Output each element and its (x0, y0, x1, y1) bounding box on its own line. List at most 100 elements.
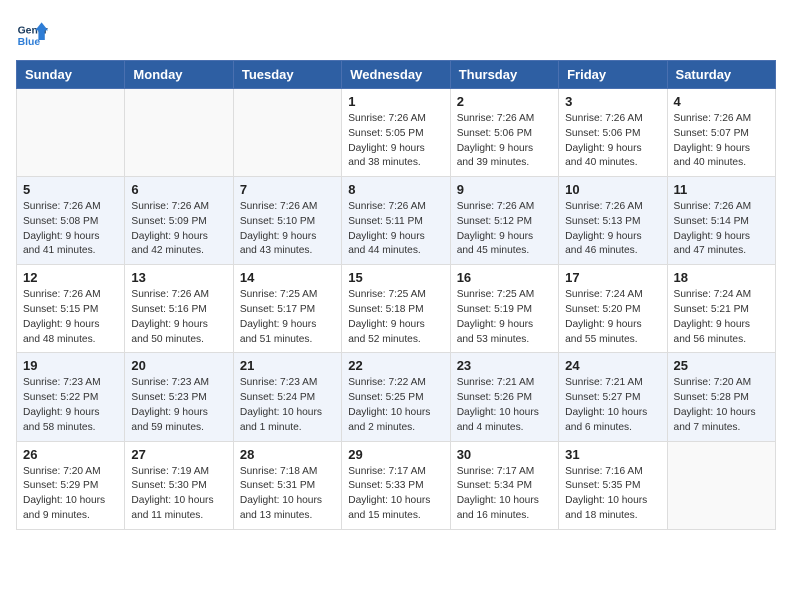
calendar-cell: 25 Sunrise: 7:20 AM Sunset: 5:28 PM Dayli… (667, 353, 775, 441)
day-info: Sunrise: 7:25 AM Sunset: 5:18 PM Dayligh… (348, 288, 443, 347)
calendar-cell: 5 Sunrise: 7:26 AM Sunset: 5:08 PM Daylig… (17, 177, 125, 265)
calendar-cell: 9 Sunrise: 7:26 AM Sunset: 5:12 PM Daylig… (450, 177, 558, 265)
calendar-cell: 10 Sunrise: 7:26 AM Sunset: 5:13 PM Dayli… (559, 177, 667, 265)
day-number: 13 (131, 270, 226, 285)
day-number: 8 (348, 182, 443, 197)
svg-text:Blue: Blue (18, 37, 41, 48)
calendar-cell: 4 Sunrise: 7:26 AM Sunset: 5:07 PM Daylig… (667, 89, 775, 177)
day-info: Sunrise: 7:26 AM Sunset: 5:08 PM Dayligh… (23, 200, 118, 259)
weekday-header-friday: Friday (559, 61, 667, 89)
day-info: Sunrise: 7:22 AM Sunset: 5:25 PM Dayligh… (348, 376, 443, 435)
day-number: 9 (457, 182, 552, 197)
calendar-cell: 19 Sunrise: 7:23 AM Sunset: 5:22 PM Dayli… (17, 353, 125, 441)
calendar-cell: 20Sunrise: 7:23 AM Sunset: 5:23 PM Dayli… (125, 353, 233, 441)
calendar-cell: 16 Sunrise: 7:25 AM Sunset: 5:19 PM Dayli… (450, 265, 558, 353)
day-number: 19 (23, 358, 118, 373)
day-number: 28 (240, 447, 335, 462)
day-info: Sunrise: 7:21 AM Sunset: 5:26 PM Dayligh… (457, 376, 552, 435)
day-info: Sunrise: 7:26 AM Sunset: 5:12 PM Dayligh… (457, 200, 552, 259)
calendar-cell: 27 Sunrise: 7:19 AM Sunset: 5:30 PM Dayli… (125, 441, 233, 529)
day-number: 1 (348, 94, 443, 109)
day-info: Sunrise: 7:19 AM Sunset: 5:30 PM Dayligh… (131, 465, 226, 524)
calendar-week-row: 26 Sunrise: 7:20 AM Sunset: 5:29 PM Dayli… (17, 441, 776, 529)
day-number: 7 (240, 182, 335, 197)
day-info: Sunrise: 7:20 AM Sunset: 5:29 PM Dayligh… (23, 465, 118, 524)
day-info: Sunrise: 7:26 AM Sunset: 5:06 PM Dayligh… (457, 112, 552, 171)
calendar-cell: 13 Sunrise: 7:26 AM Sunset: 5:16 PM Dayli… (125, 265, 233, 353)
day-number: 14 (240, 270, 335, 285)
calendar-cell: 28 Sunrise: 7:18 AM Sunset: 5:31 PM Dayli… (233, 441, 341, 529)
day-number: 21 (240, 358, 335, 373)
day-number: 11 (674, 182, 769, 197)
day-info: Sunrise: 7:18 AM Sunset: 5:31 PM Dayligh… (240, 465, 335, 524)
calendar-cell: 1 Sunrise: 7:26 AM Sunset: 5:05 PM Daylig… (342, 89, 450, 177)
day-info: Sunrise: 7:26 AM Sunset: 5:06 PM Dayligh… (565, 112, 660, 171)
day-info: Sunrise: 7:17 AM Sunset: 5:33 PM Dayligh… (348, 465, 443, 524)
calendar-table: SundayMondayTuesdayWednesdayThursdayFrid… (16, 60, 776, 530)
day-info: Sunrise: 7:26 AM Sunset: 5:05 PM Dayligh… (348, 112, 443, 171)
day-info: Sunrise: 7:26 AM Sunset: 5:09 PM Dayligh… (131, 200, 226, 259)
calendar-cell: 30Sunrise: 7:17 AM Sunset: 5:34 PM Dayli… (450, 441, 558, 529)
weekday-header-monday: Monday (125, 61, 233, 89)
calendar-cell (667, 441, 775, 529)
day-number: 25 (674, 358, 769, 373)
day-number: 6 (131, 182, 226, 197)
day-number: 5 (23, 182, 118, 197)
calendar-cell: 14 Sunrise: 7:25 AM Sunset: 5:17 PM Dayli… (233, 265, 341, 353)
calendar-cell: 2 Sunrise: 7:26 AM Sunset: 5:06 PM Daylig… (450, 89, 558, 177)
day-number: 3 (565, 94, 660, 109)
weekday-header-saturday: Saturday (667, 61, 775, 89)
calendar-week-row: 19 Sunrise: 7:23 AM Sunset: 5:22 PM Dayli… (17, 353, 776, 441)
day-info: Sunrise: 7:24 AM Sunset: 5:21 PM Dayligh… (674, 288, 769, 347)
calendar-cell: 31Sunrise: 7:16 AM Sunset: 5:35 PM Dayli… (559, 441, 667, 529)
day-info: Sunrise: 7:26 AM Sunset: 5:16 PM Dayligh… (131, 288, 226, 347)
day-number: 20 (131, 358, 226, 373)
calendar-cell: 17 Sunrise: 7:24 AM Sunset: 5:20 PM Dayli… (559, 265, 667, 353)
day-info: Sunrise: 7:25 AM Sunset: 5:17 PM Dayligh… (240, 288, 335, 347)
calendar-cell: 12 Sunrise: 7:26 AM Sunset: 5:15 PM Dayli… (17, 265, 125, 353)
day-number: 23 (457, 358, 552, 373)
day-info: Sunrise: 7:26 AM Sunset: 5:10 PM Dayligh… (240, 200, 335, 259)
calendar-week-row: 12 Sunrise: 7:26 AM Sunset: 5:15 PM Dayli… (17, 265, 776, 353)
day-info: Sunrise: 7:26 AM Sunset: 5:11 PM Dayligh… (348, 200, 443, 259)
calendar-week-row: 1 Sunrise: 7:26 AM Sunset: 5:05 PM Daylig… (17, 89, 776, 177)
day-number: 22 (348, 358, 443, 373)
page-header: General Blue (16, 16, 776, 48)
day-number: 4 (674, 94, 769, 109)
weekday-header-tuesday: Tuesday (233, 61, 341, 89)
day-info: Sunrise: 7:21 AM Sunset: 5:27 PM Dayligh… (565, 376, 660, 435)
calendar-cell: 18Sunrise: 7:24 AM Sunset: 5:21 PM Dayli… (667, 265, 775, 353)
calendar-cell: 6 Sunrise: 7:26 AM Sunset: 5:09 PM Daylig… (125, 177, 233, 265)
day-info: Sunrise: 7:25 AM Sunset: 5:19 PM Dayligh… (457, 288, 552, 347)
logo-icon: General Blue (16, 16, 48, 48)
day-number: 24 (565, 358, 660, 373)
calendar-cell: 11Sunrise: 7:26 AM Sunset: 5:14 PM Dayli… (667, 177, 775, 265)
day-info: Sunrise: 7:23 AM Sunset: 5:22 PM Dayligh… (23, 376, 118, 435)
day-info: Sunrise: 7:20 AM Sunset: 5:28 PM Dayligh… (674, 376, 769, 435)
weekday-header-sunday: Sunday (17, 61, 125, 89)
day-info: Sunrise: 7:26 AM Sunset: 5:15 PM Dayligh… (23, 288, 118, 347)
calendar-cell: 29Sunrise: 7:17 AM Sunset: 5:33 PM Dayli… (342, 441, 450, 529)
day-info: Sunrise: 7:23 AM Sunset: 5:24 PM Dayligh… (240, 376, 335, 435)
calendar-cell: 7 Sunrise: 7:26 AM Sunset: 5:10 PM Daylig… (233, 177, 341, 265)
calendar-week-row: 5 Sunrise: 7:26 AM Sunset: 5:08 PM Daylig… (17, 177, 776, 265)
day-number: 30 (457, 447, 552, 462)
day-number: 16 (457, 270, 552, 285)
day-info: Sunrise: 7:16 AM Sunset: 5:35 PM Dayligh… (565, 465, 660, 524)
day-info: Sunrise: 7:26 AM Sunset: 5:07 PM Dayligh… (674, 112, 769, 171)
day-info: Sunrise: 7:26 AM Sunset: 5:13 PM Dayligh… (565, 200, 660, 259)
day-number: 10 (565, 182, 660, 197)
calendar-cell (17, 89, 125, 177)
day-number: 27 (131, 447, 226, 462)
day-number: 17 (565, 270, 660, 285)
calendar-cell: 24 Sunrise: 7:21 AM Sunset: 5:27 PM Dayli… (559, 353, 667, 441)
calendar-cell (233, 89, 341, 177)
day-number: 26 (23, 447, 118, 462)
calendar-cell (125, 89, 233, 177)
day-number: 2 (457, 94, 552, 109)
calendar-cell: 8 Sunrise: 7:26 AM Sunset: 5:11 PM Daylig… (342, 177, 450, 265)
weekday-header-wednesday: Wednesday (342, 61, 450, 89)
day-info: Sunrise: 7:24 AM Sunset: 5:20 PM Dayligh… (565, 288, 660, 347)
day-number: 12 (23, 270, 118, 285)
calendar-cell: 15Sunrise: 7:25 AM Sunset: 5:18 PM Dayli… (342, 265, 450, 353)
